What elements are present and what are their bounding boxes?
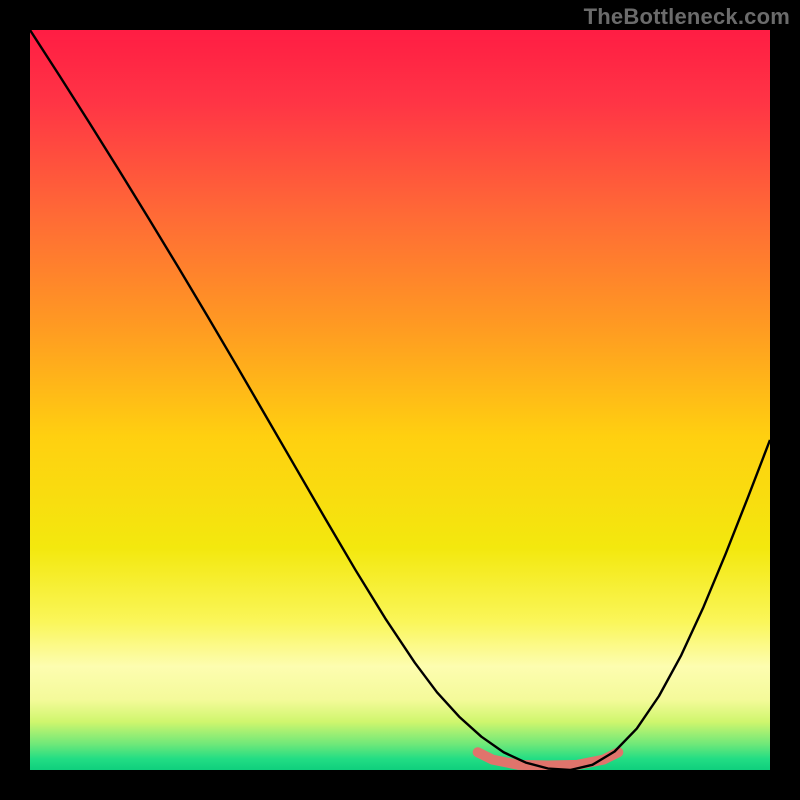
- gradient-background: [30, 30, 770, 770]
- chart-frame: TheBottleneck.com: [0, 0, 800, 800]
- plot-area: [30, 30, 770, 770]
- chart-svg: [30, 30, 770, 770]
- watermark-text: TheBottleneck.com: [584, 4, 790, 30]
